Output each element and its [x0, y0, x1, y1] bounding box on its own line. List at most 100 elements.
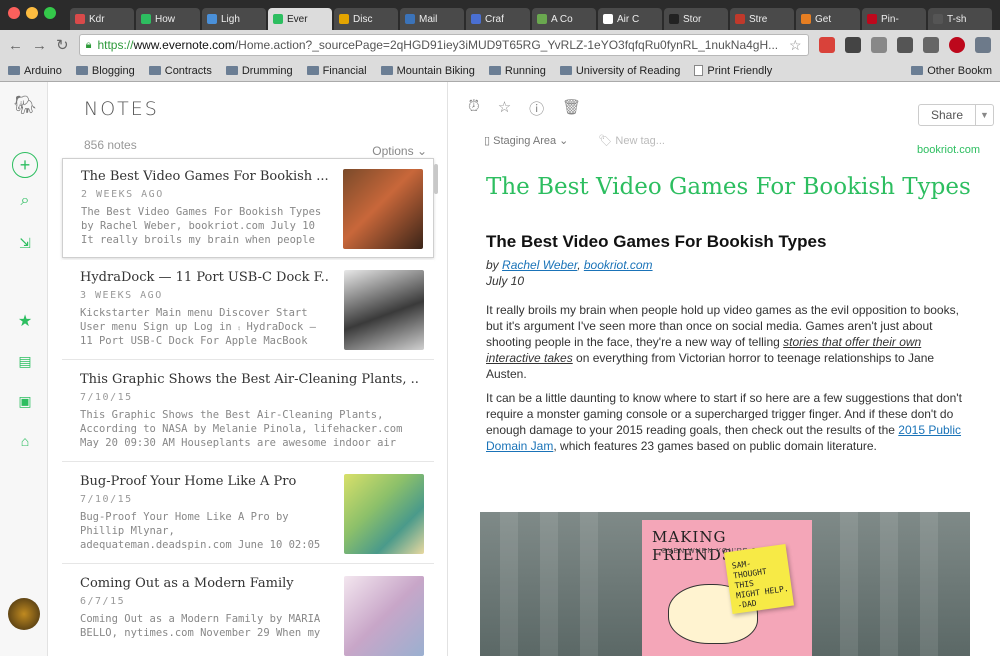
- reload-icon[interactable]: ↻: [56, 36, 69, 54]
- favicon-icon: [603, 14, 613, 24]
- new-note-icon[interactable]: +: [12, 152, 38, 178]
- shortcuts-star-icon[interactable]: ★: [14, 310, 36, 332]
- bookmark-item[interactable]: Mountain Biking: [380, 65, 475, 77]
- reminder-icon[interactable]: ⏰︎: [468, 98, 480, 119]
- note-editor: ⏰︎ ☆ ⓘ 🗑︎ Share ▼ ▯ Staging Area ⌄ 🏷︎ Ne…: [448, 82, 1000, 656]
- extension-icon[interactable]: [870, 37, 887, 53]
- extension-icon[interactable]: [974, 37, 991, 53]
- note-card[interactable]: Bug-Proof Your Home Like A Pro 7/10/15 Bug…: [62, 464, 434, 564]
- options-dropdown[interactable]: Options ⌄: [372, 144, 427, 158]
- bookmarks-bar: Arduino Blogging Contracts Drumming Financia…: [0, 60, 1000, 82]
- notes-icon[interactable]: ▤: [14, 350, 36, 372]
- trash-icon[interactable]: 🗑︎: [562, 98, 581, 119]
- author-link[interactable]: Rachel Weber: [502, 258, 577, 272]
- share-options-icon[interactable]: ▼: [976, 104, 994, 126]
- notebook-selector[interactable]: ▯ Staging Area ⌄: [484, 134, 568, 147]
- browser-tab[interactable]: Air C: [598, 8, 662, 30]
- note-card-date: 3 WEEKS AGO: [80, 290, 163, 301]
- tab-label: Stre: [749, 13, 768, 25]
- note-card[interactable]: This Graphic Shows the Best Air-Cleaning…: [62, 362, 434, 462]
- favicon-icon: [207, 14, 217, 24]
- bookmark-star-icon[interactable]: ☆: [789, 37, 802, 54]
- work-chat-icon[interactable]: ⇲: [14, 232, 36, 254]
- bookmark-item[interactable]: Arduino: [8, 65, 62, 77]
- share-button[interactable]: Share: [917, 104, 976, 126]
- other-bookmarks[interactable]: Other Bookm: [911, 65, 1000, 77]
- address-bar: ← → ↻ 🔒︎ https://www.evernote.com/Home.a…: [0, 30, 1000, 60]
- browser-tab[interactable]: Get: [796, 8, 860, 30]
- tag-input[interactable]: 🏷︎ New tag...: [598, 134, 665, 147]
- browser-tab[interactable]: Kdr: [70, 8, 134, 30]
- folder-icon: [911, 66, 924, 75]
- note-card-title: HydraDock — 11 Port USB-C Dock F...: [80, 270, 330, 285]
- browser-tab[interactable]: How: [136, 8, 200, 30]
- note-body[interactable]: The Best Video Games For Bookish Types b…: [486, 232, 966, 454]
- tab-label: A Co: [551, 13, 573, 25]
- extension-icon[interactable]: [844, 37, 861, 53]
- extension-icon[interactable]: [922, 37, 939, 53]
- bookmark-item[interactable]: Running: [488, 65, 546, 77]
- back-icon[interactable]: ←: [8, 37, 23, 54]
- note-card[interactable]: The Best Video Games For Bookish ... 2 WE…: [62, 158, 434, 258]
- notebooks-icon[interactable]: ▣: [14, 390, 36, 412]
- extension-icon[interactable]: [896, 37, 913, 53]
- tab-label: Kdr: [89, 13, 105, 25]
- note-title[interactable]: The Best Video Games For Bookish Types: [486, 174, 971, 200]
- tab-label: Air C: [617, 13, 640, 25]
- note-card[interactable]: Coming Out as a Modern Family 6/7/15 Comin…: [62, 566, 434, 656]
- site-link[interactable]: bookriot.com: [584, 258, 653, 272]
- evernote-logo-icon[interactable]: 🐘︎: [14, 94, 37, 116]
- browser-tab[interactable]: A Co: [532, 8, 596, 30]
- notes-header: NOTES: [84, 98, 159, 120]
- extension-icon[interactable]: [818, 37, 835, 53]
- tab-label: Craf: [485, 13, 504, 25]
- favicon-icon: [669, 14, 679, 24]
- note-meta: ▯ Staging Area ⌄ 🏷︎ New tag...: [484, 134, 665, 147]
- bookmark-item[interactable]: Blogging: [75, 64, 135, 77]
- source-url-link[interactable]: bookriot.com: [917, 144, 980, 156]
- browser-tab[interactable]: T-sh: [928, 8, 992, 30]
- browser-tab[interactable]: Pin-: [862, 8, 926, 30]
- browser-tab[interactable]: Ever: [268, 8, 332, 30]
- bookmark-item[interactable]: Contracts: [148, 65, 212, 77]
- byline: by Rachel Weber, bookriot.com: [486, 258, 653, 272]
- browser-tab[interactable]: Disc: [334, 8, 398, 30]
- bookmark-item[interactable]: Drumming: [225, 65, 293, 77]
- browser-tab[interactable]: Ligh: [202, 8, 266, 30]
- close-window-button[interactable]: [8, 7, 20, 19]
- pinterest-icon[interactable]: [948, 37, 965, 53]
- ceiling-stripe: [540, 512, 558, 656]
- zoom-window-button[interactable]: [44, 7, 56, 19]
- tab-label: How: [155, 13, 176, 25]
- browser-tab[interactable]: Stre: [730, 8, 794, 30]
- tag-icon: 🏷︎: [598, 135, 616, 147]
- minimize-window-button[interactable]: [26, 7, 38, 19]
- note-card[interactable]: HydraDock — 11 Port USB-C Dock F... 3 WEE…: [62, 260, 434, 360]
- shortcut-star-icon[interactable]: ☆: [498, 98, 511, 119]
- note-card-snippet: This Graphic Shows the Best Air-Cleaning…: [80, 409, 403, 449]
- url-input[interactable]: 🔒︎ https://www.evernote.com/Home.action?…: [78, 34, 809, 56]
- browser-tab[interactable]: Craf: [466, 8, 530, 30]
- forward-icon[interactable]: →: [32, 37, 47, 54]
- bookmark-item[interactable]: Print Friendly: [694, 65, 772, 77]
- browser-tab[interactable]: Stor: [664, 8, 728, 30]
- search-icon[interactable]: ⌕: [14, 190, 36, 212]
- folder-icon: [8, 66, 20, 75]
- paragraph: It really broils my brain when people ho…: [486, 302, 966, 382]
- tags-icon[interactable]: ⌂: [14, 430, 36, 452]
- avatar[interactable]: [8, 598, 40, 630]
- note-card-snippet: Coming Out as a Modern Family by MARIA B…: [80, 613, 321, 639]
- info-icon[interactable]: ⓘ: [529, 98, 544, 119]
- notebook-name: Staging Area: [493, 135, 557, 147]
- notes-list-panel: NOTES 856 notes Options ⌄ The Best Video…: [48, 82, 448, 656]
- lock-icon: 🔒︎: [85, 38, 92, 51]
- scrollbar[interactable]: [434, 164, 438, 194]
- url-host: www.evernote.com: [133, 38, 235, 52]
- bookmark-item[interactable]: Financial: [306, 65, 367, 77]
- bookmark-item[interactable]: University of Reading: [559, 65, 680, 77]
- browser-tab[interactable]: Mail: [400, 8, 464, 30]
- page-icon: [694, 65, 704, 76]
- bookmark-label: Blogging: [91, 64, 135, 77]
- favicon-icon: [537, 14, 547, 24]
- note-card-date: 7/10/15: [80, 494, 133, 505]
